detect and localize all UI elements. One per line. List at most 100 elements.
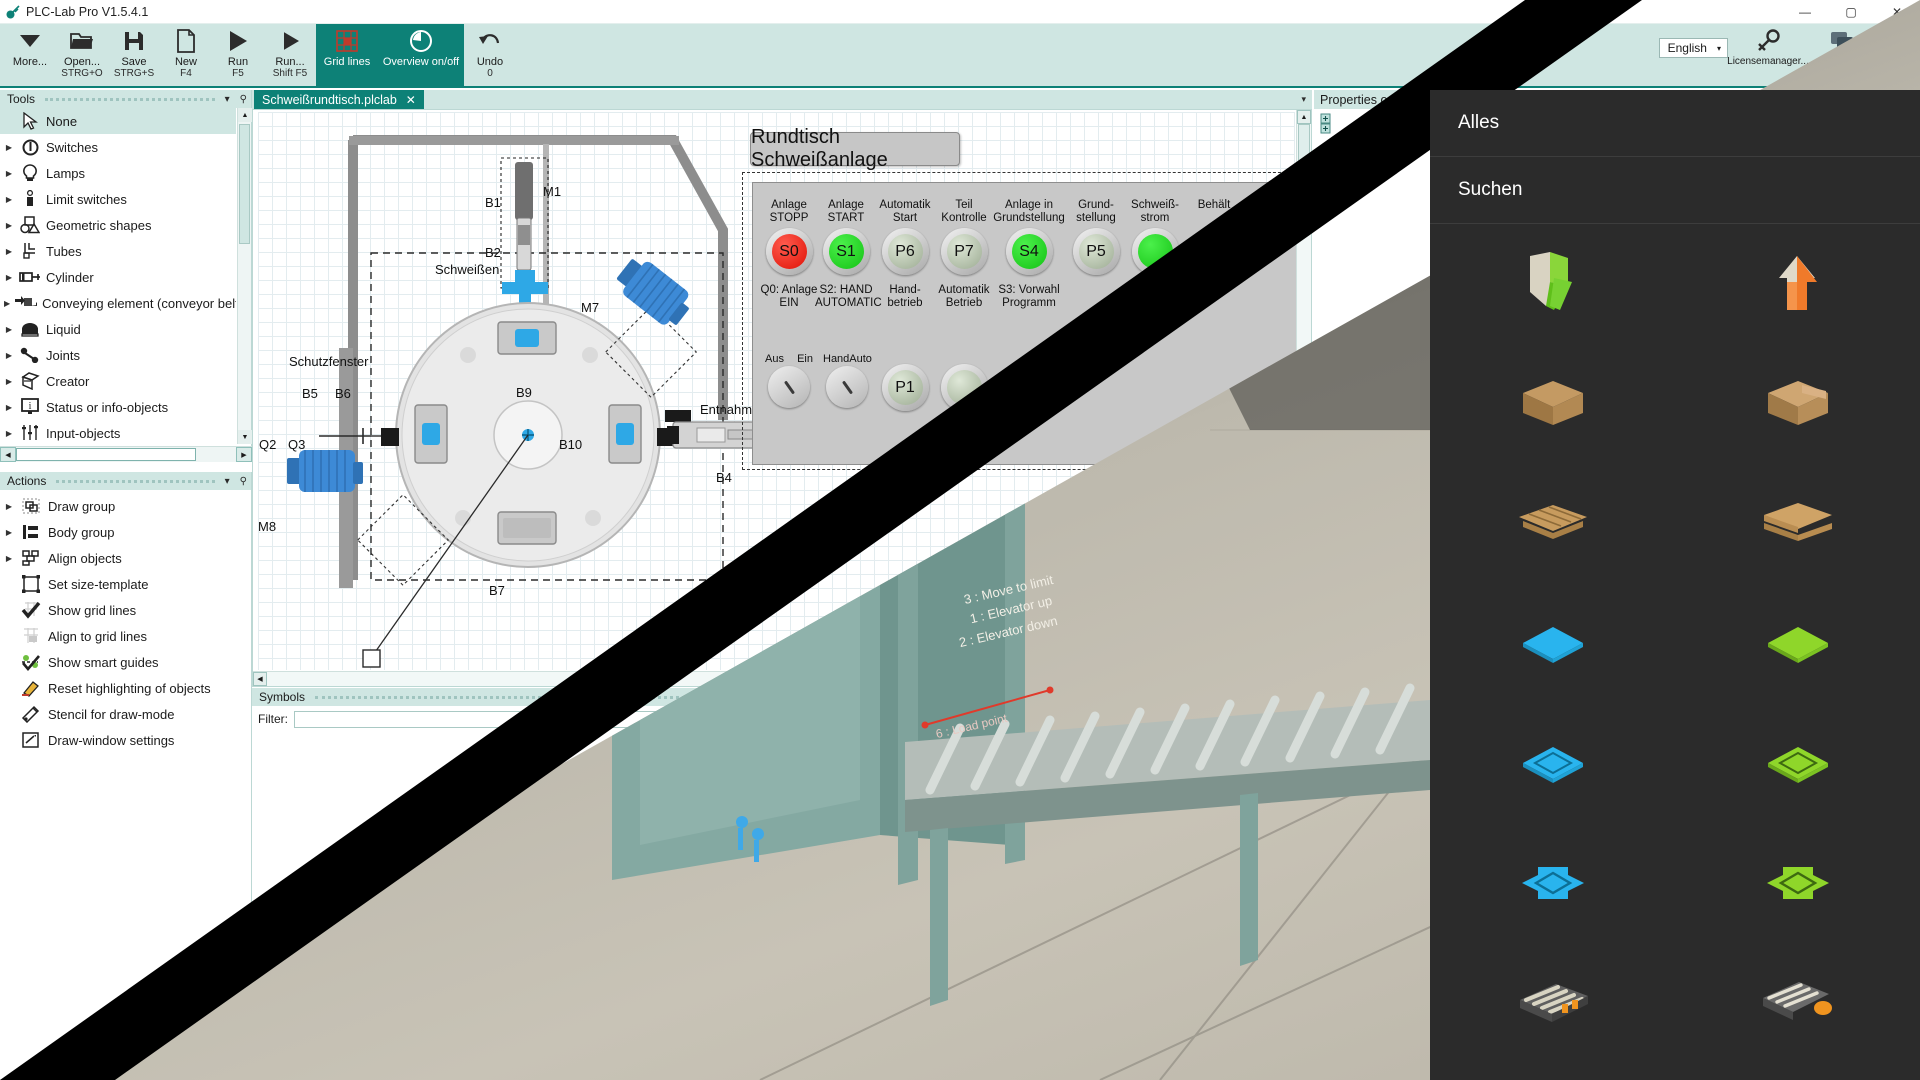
feedback-button[interactable]: Feedback — [1808, 24, 1876, 86]
library-item[interactable]: 4m — [1675, 1064, 1920, 1080]
action-item-draw-window-settings[interactable]: Draw-window settings — [0, 727, 251, 753]
library-item[interactable] — [1430, 224, 1675, 344]
pin-icon[interactable]: ⚲ — [240, 94, 251, 105]
action-item-show-smart-guides[interactable]: Show smart guides — [0, 649, 251, 675]
action-item-show-grid-lines[interactable]: Show grid lines — [0, 597, 251, 623]
scroll-up-icon[interactable]: ▲ — [1297, 110, 1311, 124]
tool-item-status-info-objects[interactable]: ▶ i Status or info-objects — [0, 394, 236, 420]
library-item[interactable] — [1675, 944, 1920, 1064]
save-button[interactable]: Save STRG+S — [108, 24, 160, 86]
chevron-down-icon[interactable]: ▾ — [1301, 94, 1306, 105]
scroll-right-icon[interactable]: ▶ — [1282, 672, 1296, 686]
pin-icon[interactable]: ⚲ — [240, 476, 251, 487]
run-options-button[interactable]: Run... Shift F5 — [264, 24, 316, 86]
library-item[interactable]: 2m — [1430, 1064, 1675, 1080]
library-item[interactable] — [1430, 824, 1675, 944]
action-item-set-size-template[interactable]: Set size-template — [0, 571, 251, 597]
open-button[interactable]: Open... STRG+O — [56, 24, 108, 86]
action-item-align-to-grid-lines[interactable]: Align to grid lines — [0, 623, 251, 649]
expander[interactable]: ▶ — [4, 247, 14, 256]
push-button-p7[interactable]: P7 — [941, 228, 988, 275]
library-item[interactable] — [1675, 704, 1920, 824]
close-button[interactable]: ✕ — [1874, 0, 1920, 24]
expander[interactable]: ▶ — [4, 528, 14, 537]
library-item[interactable] — [1430, 344, 1675, 464]
library-item[interactable] — [1675, 824, 1920, 944]
close-icon[interactable]: ✕ — [406, 93, 416, 107]
tool-item-joints[interactable]: ▶ Joints — [0, 342, 236, 368]
undo-button[interactable]: Undo 0 — [464, 24, 516, 86]
library-item[interactable] — [1430, 584, 1675, 704]
canvas-horizontal-scrollbar[interactable]: ◀ ▶ — [253, 671, 1296, 686]
tools-vertical-scrollbar[interactable]: ▲ ▼ — [237, 108, 251, 444]
library-item[interactable] — [1430, 944, 1675, 1064]
scroll-left-icon[interactable]: ◀ — [253, 672, 267, 686]
document-tab[interactable]: Schweißrundtisch.plclab ✕ — [254, 90, 424, 109]
push-button-p6[interactable]: P6 — [882, 228, 929, 275]
expander[interactable]: ▶ — [4, 429, 14, 438]
push-button-s4[interactable]: S4 — [1006, 228, 1053, 275]
expander[interactable]: ▶ — [4, 377, 14, 386]
scroll-left-icon[interactable]: ◀ — [0, 447, 16, 462]
push-button-p5[interactable]: P5 — [1073, 228, 1120, 275]
tool-item-tubes[interactable]: ▶ Tubes — [0, 238, 236, 264]
scroll-right-icon[interactable]: ▶ — [236, 447, 252, 462]
tool-item-conveying-element[interactable]: ▶ Conveying element (conveyor belt, air … — [0, 290, 236, 316]
overview-toggle-button[interactable]: Overview on/off — [378, 24, 464, 86]
library-all-tab[interactable]: Alles — [1430, 90, 1920, 157]
grid-lines-button[interactable]: Grid lines — [316, 24, 378, 86]
rotary-knob[interactable] — [826, 366, 868, 408]
scrollbar-thumb[interactable] — [239, 124, 250, 244]
library-item[interactable] — [1675, 584, 1920, 704]
new-button[interactable]: New F4 — [160, 24, 212, 86]
run-button[interactable]: Run F5 — [212, 24, 264, 86]
action-item-reset-highlighting[interactable]: Reset highlighting of objects — [0, 675, 251, 701]
expander[interactable]: ▶ — [4, 351, 14, 360]
expander[interactable]: ▶ — [4, 502, 14, 511]
library-item[interactable] — [1675, 464, 1920, 584]
tool-item-lamps[interactable]: ▶ Lamps — [0, 160, 236, 186]
expander[interactable]: ▶ — [4, 143, 14, 152]
maximize-button[interactable]: ▢ — [1828, 0, 1874, 24]
expander[interactable]: ▶ — [4, 169, 14, 178]
action-item-stencil-for-draw-mode[interactable]: Stencil for draw-mode — [0, 701, 251, 727]
tool-item-none[interactable]: None — [0, 108, 236, 134]
tool-item-switches[interactable]: ▶ Switches — [0, 134, 236, 160]
chevron-down-icon[interactable]: ▾ — [225, 476, 234, 487]
scrollbar-thumb[interactable] — [16, 448, 196, 461]
pin-icon[interactable]: ⚲ — [1301, 692, 1312, 703]
selector-aus-ein[interactable]: Aus Ein — [763, 353, 815, 408]
more-button[interactable]: More... — [4, 24, 56, 86]
push-button-s0[interactable]: S0 — [766, 228, 813, 275]
selector-hand-auto[interactable]: Hand Auto — [821, 353, 873, 408]
expander[interactable]: ▶ — [4, 325, 14, 334]
tool-item-cylinder[interactable]: ▶ Cylinder — [0, 264, 236, 290]
expander[interactable]: ▶ — [4, 299, 10, 308]
language-select[interactable]: English ▾ — [1659, 38, 1728, 58]
expander[interactable]: ▶ — [4, 403, 14, 412]
expander[interactable]: ▶ — [4, 554, 14, 563]
tool-item-limit-switches[interactable]: ▶ Limit switches — [0, 186, 236, 212]
scroll-down-icon[interactable]: ▼ — [238, 430, 252, 444]
expander[interactable]: ▶ — [4, 273, 14, 282]
library-search-row[interactable]: Suchen — [1430, 157, 1920, 224]
rotary-knob[interactable] — [768, 366, 810, 408]
library-item[interactable] — [1675, 344, 1920, 464]
action-item-align-objects[interactable]: ▶ Align objects — [0, 545, 251, 571]
tools-horizontal-scrollbar[interactable]: ◀ ▶ — [0, 446, 252, 462]
library-item[interactable] — [1430, 464, 1675, 584]
tool-item-input-objects[interactable]: ▶ Input-objects — [0, 420, 236, 442]
scroll-down-icon[interactable]: ▼ — [1297, 657, 1311, 671]
action-item-body-group[interactable]: ▶ Body group — [0, 519, 251, 545]
push-button-s1[interactable]: S1 — [823, 228, 870, 275]
push-button-p1[interactable]: P1 — [882, 364, 929, 411]
tool-item-geometric-shapes[interactable]: ▶ Geometric shapes — [0, 212, 236, 238]
library-item[interactable] — [1675, 224, 1920, 344]
scroll-up-icon[interactable]: ▲ — [238, 108, 252, 122]
hamburger-menu-icon[interactable] — [1876, 24, 1920, 86]
filter-input[interactable] — [294, 711, 1306, 728]
minimize-button[interactable]: — — [1782, 0, 1828, 24]
license-manager-button[interactable]: Licensemanager... — [1728, 24, 1808, 86]
expander[interactable]: ▶ — [4, 195, 14, 204]
chevron-down-icon[interactable]: ▾ — [225, 94, 234, 105]
